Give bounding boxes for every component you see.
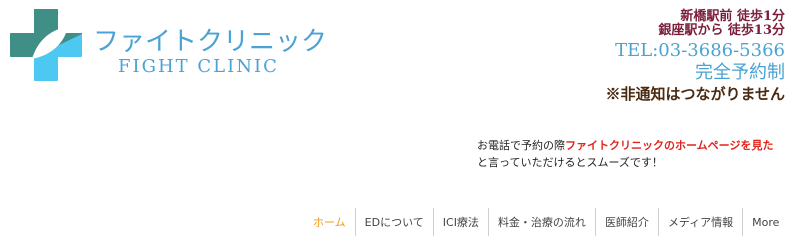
callout-highlight: ファイトクリニックのホームページを見た xyxy=(565,139,774,152)
main-navigation: ホーム EDについて ICI療法 料金・治療の流れ 医師紹介 メディア情報 Mo… xyxy=(304,208,788,236)
phone-reservation-callout: お電話で予約の際ファイトクリニックのホームページを見た と言っていただけるとスム… xyxy=(477,137,773,171)
nav-item-pricing-flow[interactable]: 料金・治療の流れ xyxy=(487,208,595,236)
medical-cross-leaf-icon xyxy=(10,9,82,81)
caller-id-notice: ※非通知はつながりません xyxy=(605,85,785,103)
logo-name-english: FIGHT CLINIC xyxy=(118,56,279,77)
nav-item-home[interactable]: ホーム xyxy=(304,208,355,236)
nav-item-more[interactable]: More xyxy=(742,208,788,236)
access-shinbashi: 新橋駅前 徒歩1分 xyxy=(680,9,785,24)
access-ginza: 銀座駅から 徒歩13分 xyxy=(658,23,785,38)
nav-item-ici-therapy[interactable]: ICI療法 xyxy=(432,208,488,236)
clinic-logo[interactable]: ファイトクリニック FIGHT CLINIC xyxy=(10,9,327,84)
phone-number[interactable]: TEL:03-3686-5366 xyxy=(605,39,785,62)
nav-item-media[interactable]: メディア情報 xyxy=(657,208,742,236)
reservation-note: 完全予約制 xyxy=(695,62,785,83)
callout-suffix: と言っていただけるとスムーズです！ xyxy=(477,156,663,169)
callout-prefix: お電話で予約の際 xyxy=(477,139,565,152)
logo-name-japanese: ファイトクリニック xyxy=(93,27,328,57)
contact-info: 新橋駅前 徒歩1分 銀座駅から 徒歩13分 TEL:03-3686-5366 完… xyxy=(605,10,785,104)
nav-item-doctor[interactable]: 医師紹介 xyxy=(594,208,658,236)
callout-line-1: お電話で予約の際ファイトクリニックのホームページを見た xyxy=(477,137,773,154)
nav-item-about-ed[interactable]: EDについて xyxy=(354,208,433,236)
